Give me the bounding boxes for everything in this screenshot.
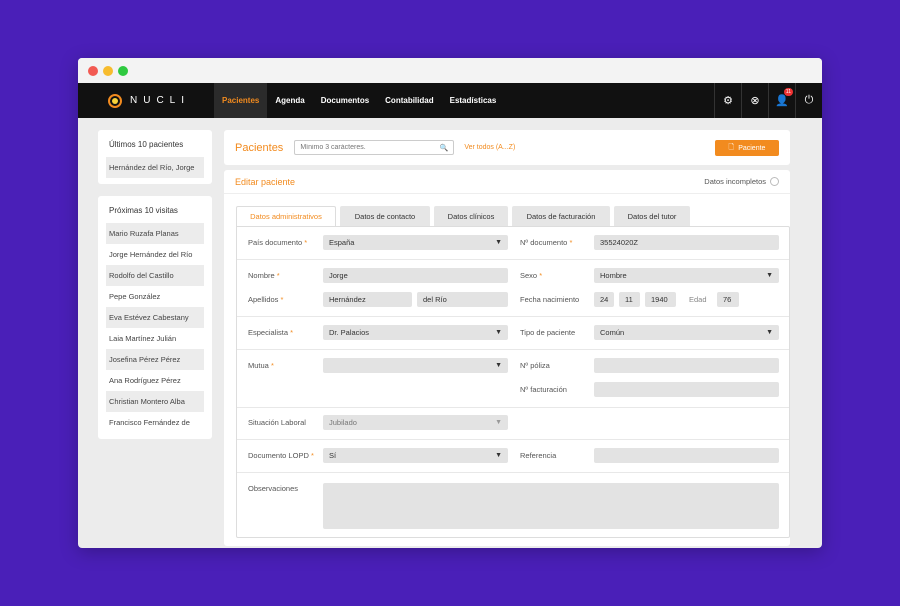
documento-input[interactable]: 35524020Z xyxy=(594,235,779,250)
notification-badge: 11 xyxy=(783,88,793,96)
incomplete-data-toggle[interactable]: Datos incompletos xyxy=(704,177,779,186)
user-icon[interactable]: 👤 11 xyxy=(768,83,795,118)
incomplete-radio[interactable] xyxy=(770,177,779,186)
app-window: NUCLI Pacientes Agenda Documentos Contab… xyxy=(78,58,822,548)
search-input[interactable] xyxy=(300,144,431,151)
poliza-input[interactable] xyxy=(594,358,779,373)
main-content: Pacientes 🔍 Ver todos (A...Z) 🗋 Paciente… xyxy=(224,130,790,546)
lopd-label: Documento LOPD * xyxy=(248,451,314,460)
recent-patients-card: Últimos 10 pacientes Hernández del Río, … xyxy=(98,130,212,184)
apellido2-input[interactable]: del Río xyxy=(417,292,508,307)
new-document-icon: 🗋 xyxy=(728,143,735,151)
poliza-label: Nº póliza xyxy=(520,361,550,370)
laboral-label: Situación Laboral xyxy=(248,418,306,427)
chevron-down-icon: ▼ xyxy=(495,362,502,369)
anio-input[interactable]: 1940 xyxy=(645,292,676,307)
facturacion-label: Nº facturación xyxy=(520,385,567,394)
dia-input[interactable]: 24 xyxy=(594,292,614,307)
nombre-label: Nombre * xyxy=(248,271,280,280)
list-item[interactable]: Hernández del Río, Jorge xyxy=(106,157,204,178)
list-item[interactable]: Christian Montero Alba xyxy=(106,391,204,412)
edit-patient-title: Editar paciente xyxy=(235,176,296,187)
list-item[interactable]: Eva Estévez Cabestany xyxy=(106,307,204,328)
edad-value: 76 xyxy=(717,292,739,307)
observaciones-textarea[interactable] xyxy=(323,483,779,529)
list-item[interactable]: Laia Martínez Julián xyxy=(106,328,204,349)
upcoming-visits-card: Próximas 10 visitas Mario Ruzafa Planas … xyxy=(98,196,212,439)
sexo-select[interactable]: Hombre ▼ xyxy=(594,268,779,283)
logo[interactable]: NUCLI xyxy=(78,93,214,108)
admin-data-form: País documento * España ▼ Nº documento * … xyxy=(236,226,790,538)
search-icon[interactable]: 🔍 xyxy=(440,144,449,152)
recent-patients-title: Últimos 10 pacientes xyxy=(109,140,184,149)
list-item[interactable]: Rodolfo del Castillo xyxy=(106,265,204,286)
nav-item-pacientes[interactable]: Pacientes xyxy=(214,83,268,118)
documento-label: Nº documento * xyxy=(520,238,573,247)
pais-select[interactable]: España ▼ xyxy=(323,235,508,250)
list-item[interactable]: Ana Rodríguez Pérez xyxy=(106,370,204,391)
upcoming-visits-title: Próximas 10 visitas xyxy=(109,206,178,215)
referencia-label: Referencia xyxy=(520,451,557,460)
add-patient-label: Paciente xyxy=(738,144,766,152)
mes-input[interactable]: 11 xyxy=(619,292,640,307)
add-patient-button[interactable]: 🗋 Paciente xyxy=(715,140,779,156)
patients-header: Pacientes 🔍 Ver todos (A...Z) 🗋 Paciente xyxy=(224,130,790,165)
tab-datos-administrativos[interactable]: Datos administrativos xyxy=(236,206,336,226)
edad-label: Edad xyxy=(689,295,707,304)
mutua-label: Mutua * xyxy=(248,361,274,370)
lopd-select[interactable]: Sí ▼ xyxy=(323,448,508,463)
chevron-down-icon: ▼ xyxy=(495,419,502,426)
minimize-window-icon[interactable] xyxy=(103,65,113,76)
nav-item-documentos[interactable]: Documentos xyxy=(313,83,377,118)
chevron-down-icon: ▼ xyxy=(495,329,502,336)
title-bar xyxy=(78,58,822,83)
especialista-select[interactable]: Dr. Palacios ▼ xyxy=(323,325,508,340)
referencia-input[interactable] xyxy=(594,448,779,463)
incomplete-data-label: Datos incompletos xyxy=(704,177,766,186)
chevron-down-icon: ▼ xyxy=(495,452,502,459)
power-icon[interactable]: ⏻ xyxy=(795,83,822,118)
close-window-icon[interactable] xyxy=(88,65,98,76)
list-item[interactable]: Josefina Pérez Pérez xyxy=(106,349,204,370)
observaciones-label: Observaciones xyxy=(248,484,299,493)
tab-datos-contacto[interactable]: Datos de contacto xyxy=(340,206,430,226)
see-all-link[interactable]: Ver todos (A...Z) xyxy=(464,144,515,151)
logo-text: NUCLI xyxy=(130,95,191,106)
especialista-label: Especialista * xyxy=(248,328,294,337)
search-box: 🔍 xyxy=(294,140,455,155)
close-circle-icon[interactable]: ⊗ xyxy=(741,83,768,118)
tab-datos-tutor[interactable]: Datos del tutor xyxy=(614,206,690,226)
chevron-down-icon: ▼ xyxy=(766,272,773,279)
edit-patient-card: Editar paciente Datos incompletos Datos … xyxy=(224,170,790,546)
laboral-select[interactable]: Jubilado ▼ xyxy=(323,415,508,430)
maximize-window-icon[interactable] xyxy=(118,65,128,76)
list-item[interactable]: Francisco Fernández de xyxy=(106,412,204,433)
tab-datos-facturacion[interactable]: Datos de facturación xyxy=(512,206,610,226)
chevron-down-icon: ▼ xyxy=(766,329,773,336)
chevron-down-icon: ▼ xyxy=(495,239,502,246)
apellidos-label: Apellidos * xyxy=(248,295,284,304)
tab-datos-clinicos[interactable]: Datos clínicos xyxy=(434,206,508,226)
tipo-paciente-label: Tipo de paciente xyxy=(520,328,576,337)
top-navbar: NUCLI Pacientes Agenda Documentos Contab… xyxy=(78,83,822,118)
sidebar: Últimos 10 pacientes Hernández del Río, … xyxy=(98,130,212,451)
list-item[interactable]: Mario Ruzafa Planas xyxy=(106,223,204,244)
mutua-select[interactable]: ▼ xyxy=(323,358,508,373)
page-title: Pacientes xyxy=(235,141,284,154)
sexo-label: Sexo * xyxy=(520,271,543,280)
nav-item-contabilidad[interactable]: Contabilidad xyxy=(377,83,441,118)
nav-item-agenda[interactable]: Agenda xyxy=(267,83,312,118)
apellido1-input[interactable]: Hernández xyxy=(323,292,412,307)
nav-item-estadisticas[interactable]: Estadísticas xyxy=(442,83,505,118)
gear-icon[interactable]: ⚙ xyxy=(714,83,741,118)
nombre-input[interactable]: Jorge xyxy=(323,268,508,283)
logo-icon xyxy=(108,93,122,108)
list-item[interactable]: Jorge Hernández del Río xyxy=(106,244,204,265)
tipo-paciente-select[interactable]: Común ▼ xyxy=(594,325,779,340)
list-item[interactable]: Pepe González xyxy=(106,286,204,307)
pais-label: País documento * xyxy=(248,238,308,247)
facturacion-input[interactable] xyxy=(594,382,779,397)
nacimiento-label: Fecha nacimiento xyxy=(520,295,580,304)
tab-bar: Datos administrativos Datos de contacto … xyxy=(224,194,790,226)
